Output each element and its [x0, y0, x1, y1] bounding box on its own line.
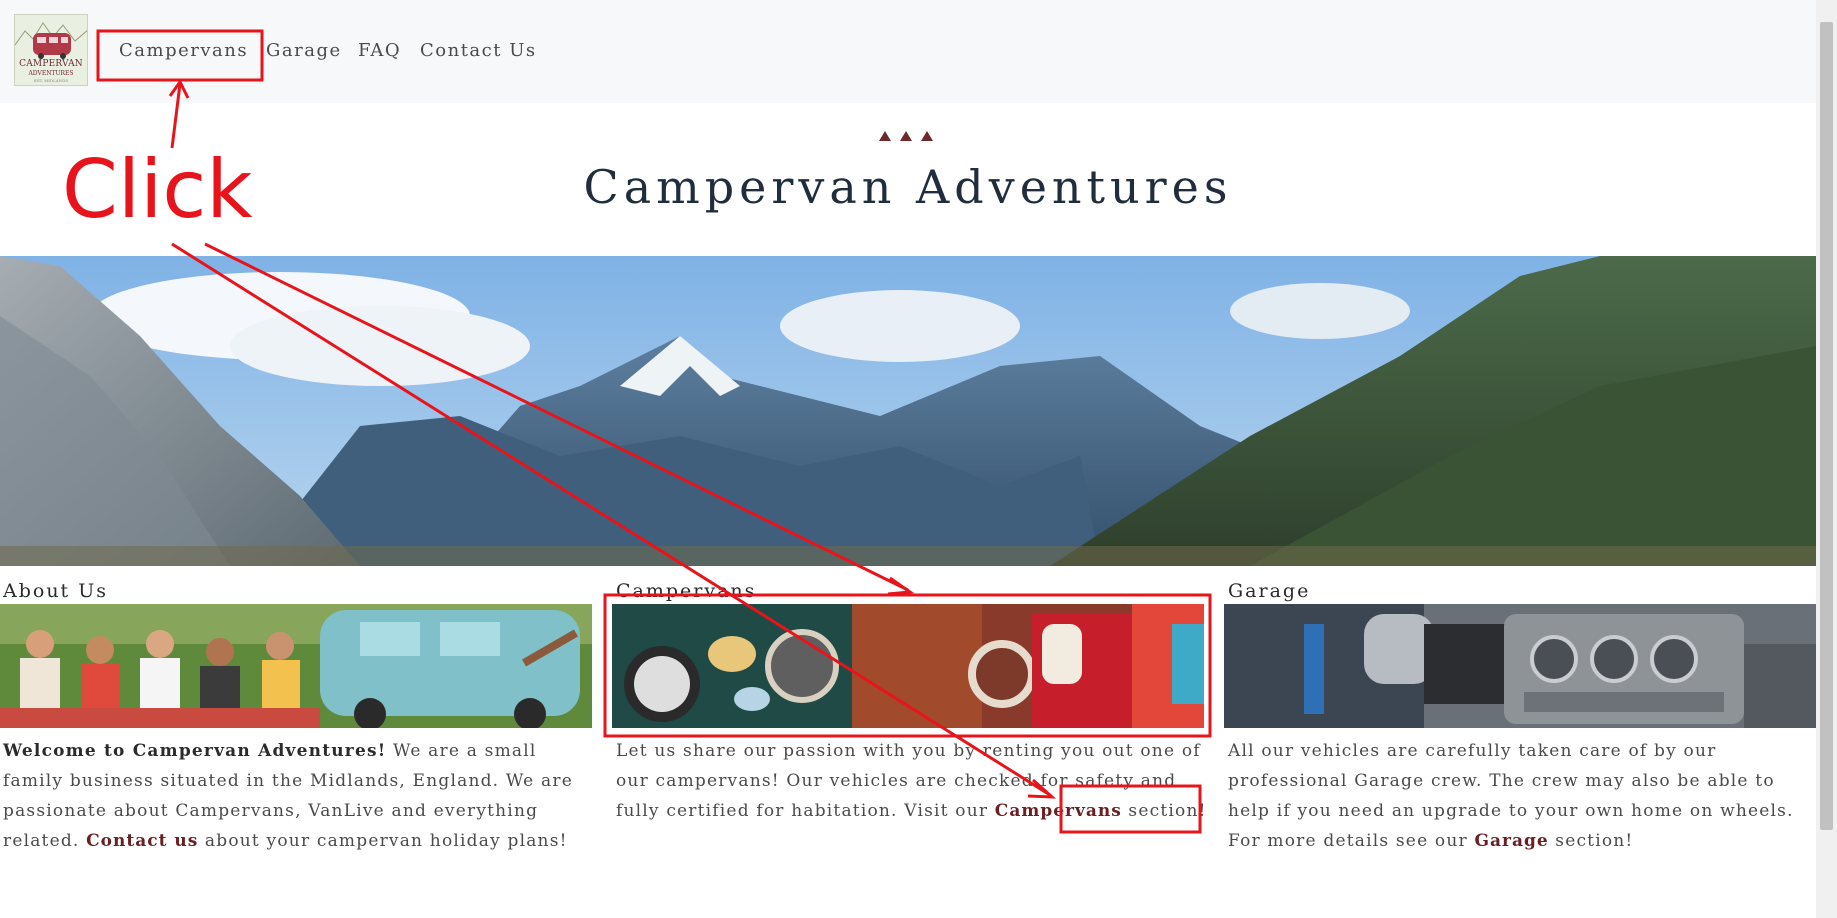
about-welcome-strong: Welcome to Campervan Adventures! — [3, 741, 387, 761]
contact-us-link[interactable]: Contact us — [86, 831, 198, 851]
mountain-valley-photo — [0, 256, 1816, 566]
about-image — [0, 604, 592, 728]
scrollbar-thumb[interactable] — [1820, 22, 1833, 830]
friends-picnic-campervan-photo — [0, 604, 592, 728]
engine-garage-photo — [1224, 604, 1816, 728]
nav-link-garage[interactable]: Garage — [266, 40, 342, 61]
logo-text-small: EST. MIDLANDS — [33, 78, 69, 83]
about-text: Welcome to Campervan Adventures! We are … — [3, 736, 595, 856]
garage-section-link[interactable]: Garage — [1474, 831, 1548, 851]
vertical-scrollbar[interactable] — [1816, 0, 1837, 918]
page-title: Campervan Adventures — [583, 160, 1233, 214]
garage-image — [1224, 604, 1816, 728]
campervans-image — [612, 604, 1204, 728]
garage-text-part2: section! — [1548, 831, 1634, 851]
about-heading: About Us — [3, 580, 108, 602]
site-logo[interactable]: CAMPERVAN ADVENTURES EST. MIDLANDS — [14, 14, 88, 86]
arrowhead-card-icon — [887, 576, 915, 596]
about-text-part2: about your campervan holiday plans! — [198, 831, 568, 851]
campervans-text: Let us share our passion with you by ren… — [616, 736, 1208, 826]
triangle-ornament-icon — [879, 131, 933, 141]
campervans-heading: Campervans — [616, 580, 757, 602]
garage-heading: Garage — [1228, 580, 1311, 602]
navbar: CAMPERVAN ADVENTURES EST. MIDLANDS Campe… — [0, 0, 1816, 103]
garage-text: All our vehicles are carefully taken car… — [1228, 736, 1820, 856]
logo-text-sub: ADVENTURES — [28, 70, 74, 77]
nav-link-faq[interactable]: FAQ — [358, 40, 401, 61]
nav-link-campervans[interactable]: Campervans — [119, 40, 248, 61]
logo-text-main: CAMPERVAN — [19, 59, 83, 69]
hero-image — [0, 256, 1816, 566]
nav-link-contact-us[interactable]: Contact Us — [420, 40, 537, 61]
campervans-text-part2: section! — [1121, 801, 1207, 821]
campervans-section-link[interactable]: Campervans — [995, 801, 1122, 821]
vintage-campervans-row-photo — [612, 604, 1204, 728]
